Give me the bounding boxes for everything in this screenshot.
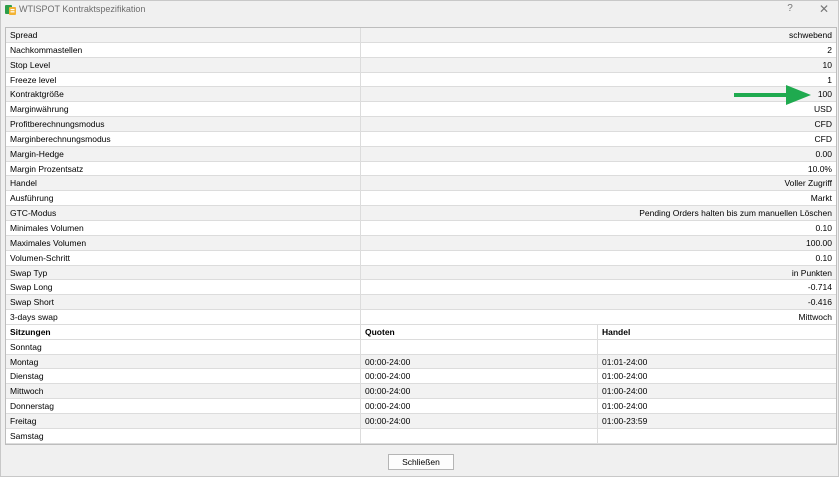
session-row: Montag 00:00-24:00 01:01-24:00: [6, 354, 836, 370]
session-quotes: 00:00-24:00: [361, 384, 598, 399]
session-quotes: 00:00-24:00: [361, 399, 598, 413]
spec-row: Marginwährung USD: [6, 102, 836, 118]
session-day: Freitag: [6, 413, 361, 428]
session-day: Sonntag: [6, 339, 361, 354]
spec-value: 0.00: [815, 148, 832, 159]
session-quotes: [361, 428, 598, 443]
spec-row: Kontraktgröße 100: [6, 87, 836, 103]
spec-key: Handel: [6, 176, 361, 191]
session-quotes: 00:00-24:00: [361, 354, 598, 369]
spec-row: Freeze level 1: [6, 72, 836, 88]
spec-key: Margin-Hedge: [6, 146, 361, 161]
spec-row: Minimales Volumen 0.10: [6, 220, 836, 236]
spec-value: 10: [822, 59, 832, 70]
session-trade: [598, 429, 836, 443]
spec-value: Mittwoch: [798, 312, 832, 323]
spec-row: Margin-Hedge 0.00: [6, 146, 836, 162]
title-bar: WTISPOT Kontraktspezifikation ? ✕: [1, 1, 838, 19]
session-trade: [598, 340, 836, 354]
spec-row: Spread schwebend: [6, 28, 836, 43]
footer: Schließen: [5, 447, 837, 475]
session-day: Dienstag: [6, 369, 361, 384]
sessions-column-header: Sitzungen: [6, 324, 361, 339]
close-icon[interactable]: ✕: [816, 2, 832, 18]
session-trade: 01:01-24:00: [602, 356, 648, 367]
session-trade: 01:00-24:00: [602, 401, 648, 412]
spec-key: Freeze level: [6, 72, 361, 87]
spec-value: 0.10: [815, 222, 832, 233]
spec-row: Margin Prozentsatz 10.0%: [6, 161, 836, 177]
spec-value: Voller Zugriff: [784, 178, 832, 189]
spec-value: in Punkten: [791, 267, 832, 278]
spec-key: Marginberechnungsmodus: [6, 131, 361, 146]
spec-value: 10.0%: [807, 163, 832, 174]
spec-row: Profitberechnungsmodus CFD: [6, 117, 836, 132]
sessions-column-header: Quoten: [361, 324, 598, 339]
session-day: Mittwoch: [6, 384, 361, 399]
spec-key: Swap Typ: [6, 265, 361, 280]
spec-key: Nachkommastellen: [6, 42, 361, 57]
session-quotes: 00:00-24:00: [361, 413, 598, 428]
spec-key: Marginwährung: [6, 102, 361, 117]
spec-row: Ausführung Markt: [6, 191, 836, 207]
session-day: Donnerstag: [6, 399, 361, 413]
spec-value: -0.416: [807, 297, 832, 308]
spec-key: Swap Long: [6, 280, 361, 295]
session-day: Samstag: [6, 428, 361, 443]
spec-value: -0.714: [807, 282, 832, 293]
session-row: Donnerstag 00:00-24:00 01:00-24:00: [6, 399, 836, 414]
contract-spec-dialog: WTISPOT Kontraktspezifikation ? ✕ Spread…: [0, 0, 839, 477]
close-button[interactable]: Schließen: [388, 454, 454, 470]
spec-row: GTC-Modus Pending Orders halten bis zum m…: [6, 206, 836, 221]
spec-table: Spread schwebend Nachkommastellen 2 Stop Lev…: [5, 27, 837, 445]
spec-value: schwebend: [788, 30, 832, 40]
spec-value: CFD: [814, 133, 832, 144]
spec-value: 2: [827, 44, 832, 55]
spec-key: Ausführung: [6, 191, 361, 206]
spec-row: Marginberechnungsmodus CFD: [6, 131, 836, 147]
spec-value: Markt: [810, 193, 832, 204]
arrow-icon: [734, 85, 811, 105]
spec-key: Minimales Volumen: [6, 220, 361, 235]
spec-row: Swap Short -0.416: [6, 295, 836, 311]
session-trade: 01:00-24:00: [602, 386, 648, 397]
session-trade: 01:00-23:59: [602, 415, 648, 426]
spec-row: Volumen-Schritt 0.10: [6, 250, 836, 266]
spec-value: 0.10: [815, 252, 832, 263]
spec-value: Pending Orders halten bis zum manuellen …: [639, 208, 832, 219]
spec-key: Swap Short: [6, 295, 361, 310]
session-trade: 01:00-24:00: [602, 371, 648, 382]
spec-key: Kontraktgröße: [6, 87, 361, 102]
spec-row: Stop Level 10: [6, 57, 836, 73]
session-row: Samstag: [6, 428, 836, 444]
app-icon: [5, 5, 16, 15]
spec-value: 100.00: [806, 237, 832, 248]
spec-key: Stop Level: [6, 57, 361, 72]
spec-row: Maximales Volumen 100.00: [6, 235, 836, 251]
spec-value: CFD: [814, 119, 832, 130]
session-row: Mittwoch 00:00-24:00 01:00-24:00: [6, 384, 836, 400]
window-title: WTISPOT Kontraktspezifikation: [19, 4, 146, 14]
spec-key: Volumen-Schritt: [6, 250, 361, 265]
spec-key: GTC-Modus: [6, 206, 361, 220]
spec-key: 3-days swap: [6, 310, 361, 324]
sessions-column-header: Handel: [602, 326, 631, 337]
session-quotes: 00:00-24:00: [361, 369, 598, 384]
spec-row: Handel Voller Zugriff: [6, 176, 836, 192]
spec-key: Margin Prozentsatz: [6, 161, 361, 176]
spec-row: Swap Long -0.714: [6, 280, 836, 296]
spec-key: Profitberechnungsmodus: [6, 117, 361, 131]
spec-row: Swap Typ in Punkten: [6, 265, 836, 281]
spec-key: Spread: [6, 28, 361, 42]
help-icon[interactable]: ?: [783, 3, 797, 17]
spec-row: 3-days swap Mittwoch: [6, 310, 836, 325]
session-row: Dienstag 00:00-24:00 01:00-24:00: [6, 369, 836, 385]
spec-key: Maximales Volumen: [6, 235, 361, 250]
spec-row: Nachkommastellen 2: [6, 42, 836, 58]
session-row: Sonntag: [6, 339, 836, 355]
sessions-header-row: Sitzungen Quoten Handel: [6, 324, 836, 340]
session-day: Montag: [6, 354, 361, 369]
session-row: Freitag 00:00-24:00 01:00-23:59: [6, 413, 836, 429]
session-quotes: [361, 339, 598, 354]
